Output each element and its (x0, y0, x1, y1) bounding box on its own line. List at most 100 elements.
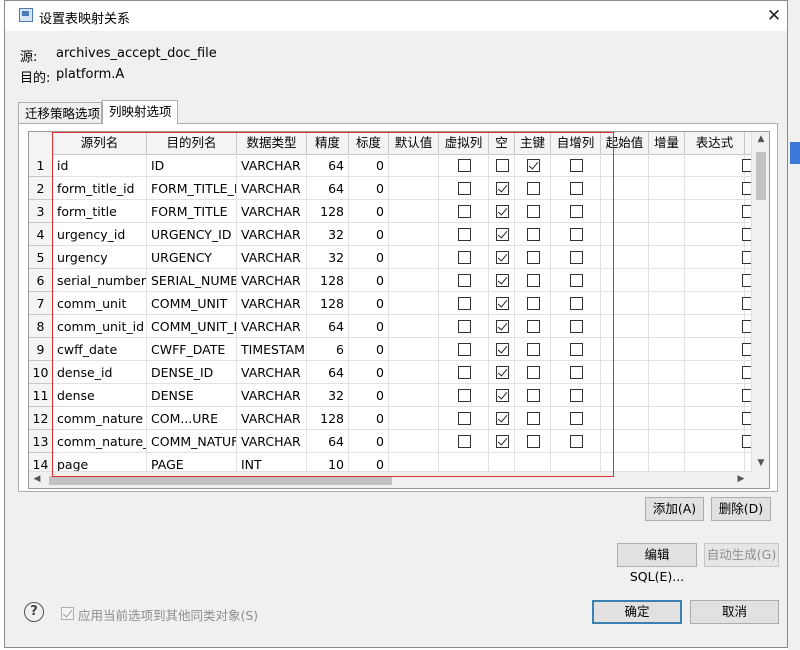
scroll-left-icon[interactable]: ◀ (31, 474, 43, 484)
virtual-column-checkbox[interactable] (458, 412, 471, 425)
scroll-down-icon[interactable]: ▼ (752, 458, 769, 468)
cell-increment[interactable] (649, 154, 685, 177)
cell-data-type[interactable]: VARCHAR (237, 384, 307, 407)
virtual-column-checkbox[interactable] (458, 366, 471, 379)
cell-nullable[interactable] (489, 430, 515, 453)
cell-scale[interactable]: 0 (349, 292, 389, 315)
cell-data-type[interactable]: VARCHAR (237, 430, 307, 453)
cell-scale[interactable]: 0 (349, 177, 389, 200)
cell-scale[interactable]: 0 (349, 407, 389, 430)
cell-nullable[interactable] (489, 223, 515, 246)
cell-virtual-column[interactable] (439, 269, 489, 292)
virtual-column-checkbox[interactable] (458, 205, 471, 218)
table-row[interactable]: 6 serial_number SERIAL_NUMB VARCHAR 128 0 (29, 269, 755, 292)
auto-increment-checkbox[interactable] (570, 343, 583, 356)
cell-virtual-column[interactable] (439, 200, 489, 223)
cell-data-type[interactable]: VARCHAR (237, 407, 307, 430)
table-row[interactable]: 12 comm_nature COM...URE VARCHAR 128 0 (29, 407, 755, 430)
virtual-column-checkbox[interactable] (458, 343, 471, 356)
cell-nullable[interactable] (489, 154, 515, 177)
cell-scale[interactable]: 0 (349, 338, 389, 361)
primary-key-checkbox[interactable] (527, 343, 540, 356)
cell-precision[interactable]: 128 (307, 292, 349, 315)
cell-source-column[interactable]: comm_unit_id (53, 315, 147, 338)
cell-start-value[interactable] (601, 200, 649, 223)
cell-source-column[interactable]: comm_unit (53, 292, 147, 315)
header-increment[interactable]: 增量 (649, 132, 685, 154)
cell-data-type[interactable]: VARCHAR (237, 154, 307, 177)
scroll-up-icon[interactable]: ▲ (752, 134, 769, 144)
table-row[interactable]: 9 cwff_date CWFF_DATE TIMESTAM 6 0 (29, 338, 755, 361)
ok-button[interactable]: 确定 (592, 600, 682, 624)
primary-key-checkbox[interactable] (527, 159, 540, 172)
cell-start-value[interactable] (601, 292, 649, 315)
cell-data-type[interactable]: VARCHAR (237, 177, 307, 200)
cell-primary-key[interactable] (515, 292, 551, 315)
cell-nullable[interactable] (489, 315, 515, 338)
virtual-column-checkbox[interactable] (458, 297, 471, 310)
cell-nullable[interactable] (489, 407, 515, 430)
cell-auto-increment[interactable] (551, 407, 601, 430)
cell-target-column[interactable]: SERIAL_NUMB (147, 269, 237, 292)
cell-expression[interactable] (685, 177, 745, 200)
tab-column-mapping[interactable]: 列映射选项 (102, 100, 178, 124)
cell-auto-increment[interactable] (551, 338, 601, 361)
cell-auto-increment[interactable] (551, 269, 601, 292)
scroll-right-icon[interactable]: ▶ (735, 474, 747, 484)
cell-auto-increment[interactable] (551, 315, 601, 338)
cell-increment[interactable] (649, 407, 685, 430)
primary-key-checkbox[interactable] (527, 297, 540, 310)
cell-start-value[interactable] (601, 177, 649, 200)
virtual-column-checkbox[interactable] (458, 274, 471, 287)
auto-increment-checkbox[interactable] (570, 435, 583, 448)
cell-default-value[interactable] (389, 384, 439, 407)
cell-increment[interactable] (649, 361, 685, 384)
auto-increment-checkbox[interactable] (570, 228, 583, 241)
cell-source-column[interactable]: urgency_id (53, 223, 147, 246)
cell-precision[interactable]: 32 (307, 223, 349, 246)
cell-primary-key[interactable] (515, 154, 551, 177)
header-target-column[interactable]: 目的列名 (147, 132, 237, 154)
cell-precision[interactable]: 64 (307, 177, 349, 200)
cell-virtual-column[interactable] (439, 361, 489, 384)
cell-auto-increment[interactable] (551, 430, 601, 453)
virtual-column-checkbox[interactable] (458, 159, 471, 172)
cell-auto-increment[interactable] (551, 292, 601, 315)
cell-expression[interactable] (685, 384, 745, 407)
header-default-value[interactable]: 默认值 (389, 132, 439, 154)
cell-start-value[interactable] (601, 361, 649, 384)
table-row[interactable]: 4 urgency_id URGENCY_ID VARCHAR 32 0 (29, 223, 755, 246)
header-precision[interactable]: 精度 (307, 132, 349, 154)
cell-source-column[interactable]: comm_nature_ (53, 430, 147, 453)
help-icon[interactable]: ? (24, 602, 44, 622)
cell-primary-key[interactable] (515, 223, 551, 246)
cell-scale[interactable]: 0 (349, 223, 389, 246)
cell-precision[interactable]: 64 (307, 361, 349, 384)
nullable-checkbox[interactable] (496, 251, 509, 264)
auto-increment-checkbox[interactable] (570, 389, 583, 402)
cell-precision[interactable]: 32 (307, 246, 349, 269)
cell-source-column[interactable]: serial_number (53, 269, 147, 292)
cell-default-value[interactable] (389, 315, 439, 338)
cell-default-value[interactable] (389, 407, 439, 430)
cell-increment[interactable] (649, 177, 685, 200)
cell-primary-key[interactable] (515, 338, 551, 361)
virtual-column-checkbox[interactable] (458, 251, 471, 264)
cell-target-column[interactable]: DENSE_ID (147, 361, 237, 384)
vertical-scrollbar[interactable]: ▲ ▼ (751, 132, 769, 471)
cell-precision[interactable]: 128 (307, 269, 349, 292)
cell-start-value[interactable] (601, 315, 649, 338)
nullable-checkbox[interactable] (496, 389, 509, 402)
cell-expression[interactable] (685, 223, 745, 246)
nullable-checkbox[interactable] (496, 274, 509, 287)
cell-source-column[interactable]: urgency (53, 246, 147, 269)
nullable-checkbox[interactable] (496, 366, 509, 379)
cell-virtual-column[interactable] (439, 407, 489, 430)
primary-key-checkbox[interactable] (527, 205, 540, 218)
table-row[interactable]: 10 dense_id DENSE_ID VARCHAR 64 0 (29, 361, 755, 384)
vertical-scroll-thumb[interactable] (756, 152, 766, 200)
table-row[interactable]: 11 dense DENSE VARCHAR 32 0 (29, 384, 755, 407)
cell-start-value[interactable] (601, 269, 649, 292)
cell-auto-increment[interactable] (551, 223, 601, 246)
auto-increment-checkbox[interactable] (570, 182, 583, 195)
